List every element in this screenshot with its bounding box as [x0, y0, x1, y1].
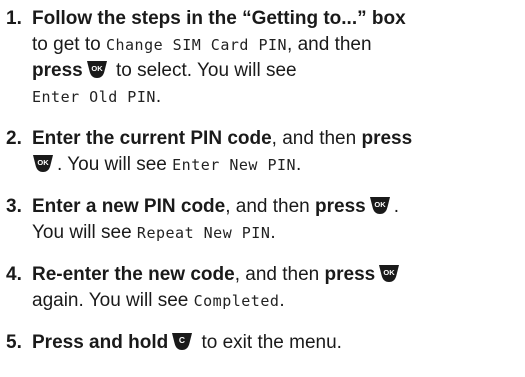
ok-key-label: OK	[374, 200, 386, 209]
step-text: .	[296, 154, 302, 175]
step-number: 4.	[6, 264, 22, 285]
step-2: 2. Enter the current PIN code, and then …	[0, 126, 520, 178]
step-instruction: Enter the current PIN code	[32, 128, 272, 149]
step-instruction: Follow the steps in the “Getting to...” …	[32, 8, 406, 29]
step-number: 2.	[6, 128, 22, 149]
press-label: press	[32, 60, 83, 81]
screen-text: Repeat New PIN	[136, 224, 271, 242]
step-instruction: Re-enter the new code	[32, 264, 235, 285]
step-instruction: Enter a new PIN code	[32, 196, 226, 217]
step-text: .	[393, 196, 400, 217]
screen-text: Enter New PIN	[172, 156, 297, 174]
step-number: 3.	[6, 196, 22, 217]
step-5: 5. Press and hold C to exit the menu.	[0, 330, 520, 356]
ok-key-label: OK	[91, 64, 103, 73]
ok-key-icon: OK	[32, 154, 54, 173]
step-text: , and then	[271, 128, 362, 149]
screen-text: Completed	[193, 292, 280, 310]
step-1: 1. Follow the steps in the “Getting to..…	[0, 6, 520, 110]
clear-key-label: C	[179, 335, 185, 345]
step-text: , and then	[234, 264, 325, 285]
press-label: press	[315, 196, 366, 217]
step-text: . You will see	[57, 154, 173, 175]
ok-key-icon: OK	[86, 60, 108, 79]
step-text: to get to	[32, 34, 106, 55]
step-text: .	[270, 222, 276, 243]
step-instruction: Press and hold	[32, 332, 169, 353]
step-text: You will see	[32, 222, 137, 243]
instruction-list: 1. Follow the steps in the “Getting to..…	[0, 6, 520, 356]
step-4: 4. Re-enter the new code, and then press…	[0, 262, 520, 314]
ok-key-label: OK	[384, 268, 396, 277]
screen-text: Change SIM Card PIN	[105, 36, 288, 54]
ok-key-icon: OK	[378, 264, 400, 283]
step-text: , and then	[287, 34, 372, 55]
clear-key-icon: C	[171, 332, 193, 351]
step-number: 5.	[6, 332, 22, 353]
press-label: press	[324, 264, 376, 285]
screen-text: Enter Old PIN	[32, 88, 156, 106]
step-3: 3. Enter a new PIN code, and then press O…	[0, 194, 520, 246]
ok-key-label: OK	[37, 158, 49, 167]
step-text: .	[155, 86, 162, 107]
step-text: , and then	[225, 196, 316, 217]
step-text: to select. You will see	[110, 60, 297, 81]
step-text: again. You will see	[32, 290, 194, 311]
step-text: .	[279, 290, 285, 311]
step-number: 1.	[6, 8, 22, 29]
ok-key-icon: OK	[369, 196, 391, 215]
step-text: to exit the menu.	[196, 332, 342, 353]
press-label: press	[361, 128, 413, 149]
